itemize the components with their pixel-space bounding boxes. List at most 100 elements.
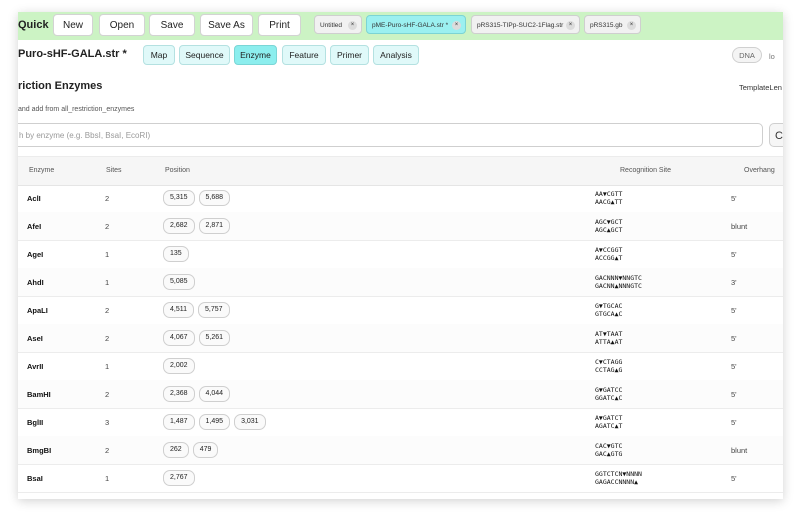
table-row[interactable]: AclI 2 5,315 5,688 AA▼CGTT AACG▲TT 5' xyxy=(18,184,783,213)
position-list: 2,368 4,044 xyxy=(163,386,234,402)
recognition-site: AA▼CGTT AACG▲TT xyxy=(595,190,622,206)
table-row[interactable]: BsaI 1 2,767 GGTCTCN▼NNNN GAGACCNNNN▲ 5' xyxy=(18,464,783,493)
save-as-button[interactable]: Save As xyxy=(200,14,253,36)
position-list: 1,487 1,495 3,031 xyxy=(163,414,270,430)
recognition-site-bottom-strand: ATTA▲AT xyxy=(595,338,623,346)
overhang-type: blunt xyxy=(731,446,748,455)
tab-map[interactable]: Map xyxy=(143,45,175,65)
recognition-site-top-strand: AA▼CGTT xyxy=(595,190,623,198)
app-name: Quick xyxy=(18,19,49,31)
app-window: Quick New Open Save Save As Print Untitl… xyxy=(18,12,783,499)
position-list: 5,085 xyxy=(163,274,199,290)
position-list: 135 xyxy=(163,246,193,262)
position-chip[interactable]: 5,688 xyxy=(198,190,231,206)
tab-feature[interactable]: Feature xyxy=(282,45,326,65)
position-chip[interactable]: 5,315 xyxy=(163,190,195,206)
table-row[interactable]: AhdI 1 5,085 GACNNN▼NNGTC GACNN▲NNNGTC 3' xyxy=(18,268,783,297)
position-list: 4,511 5,757 xyxy=(163,302,234,318)
doc-tab-label: Untitled xyxy=(320,22,343,29)
header-enzyme[interactable]: Enzyme xyxy=(29,167,54,174)
recognition-site-top-strand: A▼CCGGT xyxy=(595,246,623,254)
position-chip[interactable]: 2,682 xyxy=(163,218,195,234)
dna-toggle[interactable]: DNA xyxy=(732,47,762,63)
top-toolbar: Quick New Open Save Save As Print Untitl… xyxy=(18,12,783,40)
enzyme-name: AvrII xyxy=(27,362,44,371)
recognition-site-top-strand: AT▼TAAT xyxy=(595,330,623,338)
site-count: 2 xyxy=(105,390,110,399)
header-position[interactable]: Position xyxy=(165,167,190,174)
position-chip[interactable]: 1,495 xyxy=(198,414,231,430)
position-chip[interactable]: 2,871 xyxy=(198,218,231,234)
table-row[interactable]: AvrII 1 2,002 C▼CTAGG CCTAG▲G 5' xyxy=(18,352,783,381)
position-chip[interactable]: 2,002 xyxy=(163,358,195,374)
position-chip[interactable]: 1,487 xyxy=(163,414,195,430)
new-button[interactable]: New xyxy=(53,14,93,36)
position-chip[interactable]: 262 xyxy=(163,442,189,458)
table-row[interactable]: AgeI 1 135 A▼CCGGT ACCGG▲T 5' xyxy=(18,240,783,269)
print-button[interactable]: Print xyxy=(258,14,301,36)
position-chip[interactable]: 5,085 xyxy=(163,274,195,290)
doc-tab-prs315[interactable]: pRS315.gb × xyxy=(584,15,641,34)
table-row[interactable]: AfeI 2 2,682 2,871 AGC▼GCT AGC▲GCT blunt xyxy=(18,212,783,241)
position-chip[interactable]: 479 xyxy=(192,442,219,458)
recognition-site: A▼GATCT AGATC▲T xyxy=(595,414,622,430)
doc-tab-prs315-tipp[interactable]: pRS315-TIPp-SUC2-1Flag.str × xyxy=(471,15,580,34)
close-icon[interactable]: × xyxy=(452,21,461,30)
recognition-site-top-strand: AGC▼GCT xyxy=(595,218,623,226)
position-list: 2,767 xyxy=(163,470,199,486)
site-count: 2 xyxy=(105,194,110,203)
enzyme-name: BglII xyxy=(27,418,44,427)
overhang-type: 5' xyxy=(731,334,737,343)
position-chip[interactable]: 3,031 xyxy=(234,414,266,430)
position-list: 5,315 5,688 xyxy=(163,190,234,206)
table-header: Enzyme Sites Position Recognition Site O… xyxy=(18,156,783,186)
doc-tab-untitled[interactable]: Untitled × xyxy=(314,15,362,34)
enzyme-name: AhdI xyxy=(27,278,44,287)
recognition-site: AGC▼GCT AGC▲GCT xyxy=(595,218,622,234)
position-chip[interactable]: 135 xyxy=(163,246,189,262)
doc-tab-label: pRS315-TIPp-SUC2-1Flag.str xyxy=(477,22,564,29)
search-action-button[interactable]: C xyxy=(769,123,783,147)
header-overhang[interactable]: Overhang xyxy=(744,167,775,174)
doc-tab-active[interactable]: pME-Puro-sHF-GALA.str * × xyxy=(366,15,466,34)
position-chip[interactable]: 5,757 xyxy=(198,302,230,318)
position-chip[interactable]: 5,261 xyxy=(198,330,231,346)
tab-primer[interactable]: Primer xyxy=(330,45,369,65)
recognition-site: GACNNN▼NNGTC GACNN▲NNNGTC xyxy=(595,274,642,290)
site-count: 1 xyxy=(105,474,110,483)
table-row[interactable]: ApaLI 2 4,511 5,757 G▼TGCAC GTGCA▲C 5' xyxy=(18,296,783,325)
tab-sequence[interactable]: Sequence xyxy=(179,45,230,65)
table-row[interactable]: BamHI 2 2,368 4,044 G▼GATCC GGATC▲C 5' xyxy=(18,380,783,409)
overhang-type: 5' xyxy=(731,362,737,371)
tab-analysis[interactable]: Analysis xyxy=(373,45,419,65)
recognition-site-bottom-strand: GAGACCNNNN▲ xyxy=(595,478,639,486)
enzyme-name: AfeI xyxy=(27,222,42,231)
position-chip[interactable]: 4,067 xyxy=(163,330,195,346)
recognition-site: GGTCTCN▼NNNN GAGACCNNNN▲ xyxy=(595,470,642,486)
position-chip[interactable]: 4,044 xyxy=(198,386,231,402)
position-chip[interactable]: 4,511 xyxy=(163,302,194,318)
enzyme-name: AseI xyxy=(27,334,43,343)
recognition-site: A▼CCGGT ACCGG▲T xyxy=(595,246,622,262)
close-icon[interactable]: × xyxy=(627,21,636,30)
site-count: 2 xyxy=(105,446,110,455)
close-icon[interactable]: × xyxy=(348,21,357,30)
enzyme-search-input[interactable] xyxy=(18,123,763,147)
panel-subtext: and add from all_restriction_enzymes xyxy=(18,106,135,113)
table-row[interactable]: AseI 2 4,067 5,261 AT▼TAAT ATTA▲AT 5' xyxy=(18,324,783,353)
enzyme-name: BamHI xyxy=(27,390,51,399)
header-recognition-site[interactable]: Recognition Site xyxy=(620,167,671,174)
position-list: 4,067 5,261 xyxy=(163,330,234,346)
close-icon[interactable]: × xyxy=(566,21,575,30)
recognition-site-bottom-strand: CCTAG▲G xyxy=(595,366,623,374)
position-chip[interactable]: 2,368 xyxy=(163,386,195,402)
tab-enzyme[interactable]: Enzyme xyxy=(234,45,277,65)
save-button[interactable]: Save xyxy=(149,14,195,36)
header-sites[interactable]: Sites xyxy=(106,167,122,174)
position-chip[interactable]: 2,767 xyxy=(163,470,195,486)
table-row[interactable]: BglII 3 1,487 1,495 3,031 A▼GATCT AGATC▲T 5' xyxy=(18,408,783,437)
recognition-site-top-strand: CAC▼GTC xyxy=(595,442,623,450)
site-count: 2 xyxy=(105,222,110,231)
table-row[interactable]: BmgBI 2 262 479 CAC▼GTC GAC▲GTG blunt xyxy=(18,436,783,465)
open-button[interactable]: Open xyxy=(99,14,145,36)
